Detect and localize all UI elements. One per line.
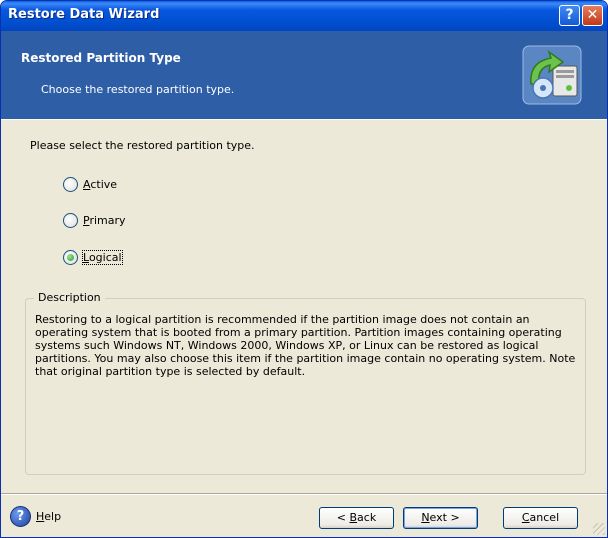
radio-label-primary: Primary bbox=[83, 214, 126, 227]
help-icon: ? bbox=[565, 7, 574, 23]
resize-grip[interactable] bbox=[593, 523, 605, 535]
next-button[interactable]: Next > bbox=[403, 507, 478, 529]
radio-label-active: Active bbox=[83, 178, 118, 191]
description-text: Restoring to a logical partition is reco… bbox=[35, 313, 576, 378]
radio-button[interactable] bbox=[63, 177, 78, 192]
title-bar[interactable]: Restore Data Wizard ? ✕ bbox=[1, 1, 607, 31]
help-button[interactable]: ? Help bbox=[10, 506, 61, 527]
wizard-window: Restore Data Wizard ? ✕ Restored Partiti… bbox=[0, 0, 608, 538]
cancel-button[interactable]: Cancel bbox=[503, 507, 578, 529]
radio-primary[interactable]: Primary bbox=[63, 213, 126, 228]
help-icon: ? bbox=[10, 506, 31, 527]
window-title: Restore Data Wizard bbox=[8, 7, 160, 22]
radio-button-checked[interactable] bbox=[63, 250, 78, 265]
page-subtitle: Choose the restored partition type. bbox=[41, 83, 235, 96]
help-label: Help bbox=[36, 510, 62, 523]
titlebar-close-button[interactable]: ✕ bbox=[582, 5, 603, 26]
radio-active[interactable]: Active bbox=[63, 177, 117, 192]
radio-logical[interactable]: Logical bbox=[63, 250, 123, 265]
footer-separator bbox=[1, 493, 607, 495]
description-legend: Description bbox=[34, 291, 105, 304]
back-button[interactable]: < Back bbox=[319, 507, 394, 529]
restore-wizard-icon bbox=[522, 45, 582, 105]
radio-label-logical: Logical bbox=[82, 250, 123, 265]
page-title: Restored Partition Type bbox=[21, 51, 181, 65]
prompt-text: Please select the restored partition typ… bbox=[30, 139, 255, 152]
wizard-header: Restored Partition Type Choose the resto… bbox=[1, 31, 607, 120]
close-icon: ✕ bbox=[586, 7, 599, 23]
titlebar-help-button[interactable]: ? bbox=[559, 5, 580, 26]
radio-button[interactable] bbox=[63, 213, 78, 228]
